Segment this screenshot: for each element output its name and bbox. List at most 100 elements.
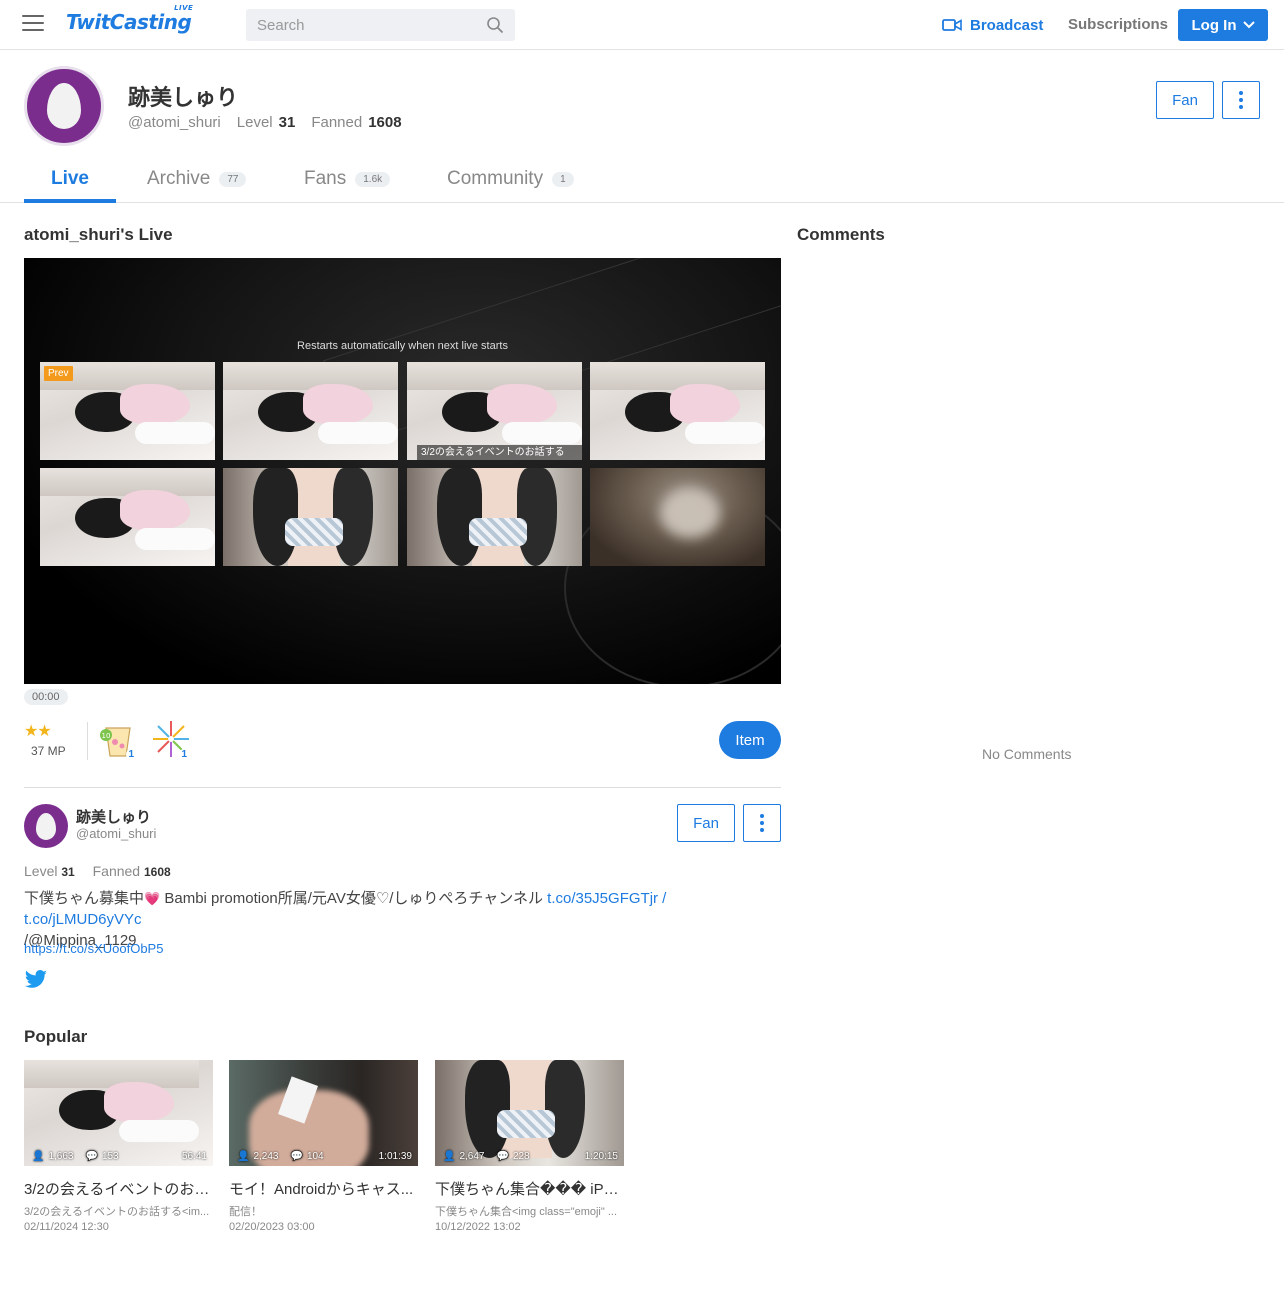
popular-stats: 👤 2,647 💬 228 1:20:15 — [443, 1151, 618, 1162]
popular-thumbnail[interactable]: 👤 1,663 💬 153 56:41 — [24, 1060, 213, 1166]
popular-thumbnail[interactable]: 👤 2,243 💬 104 1:01:39 — [229, 1060, 418, 1166]
popular-title[interactable]: 下僕ちゃん集合��� iPhoneか... — [435, 1178, 624, 1199]
popular-stats: 👤 1,663 💬 153 56:41 — [32, 1151, 207, 1162]
video-player[interactable]: Restarts automatically when next live st… — [24, 258, 781, 684]
profile-level-label: Level — [236, 114, 273, 131]
archive-thumbnail[interactable] — [407, 468, 582, 566]
profile-handle: @atomi_shuri — [128, 114, 221, 131]
viewer-count: 1,663 — [48, 1151, 74, 1162]
live-section-title: atomi_shuri's Live — [24, 225, 173, 244]
gift-fireworks[interactable]: 1 — [151, 718, 191, 760]
archive-thumbnail[interactable]: 3/2の会えるイベントのお話する — [407, 362, 582, 460]
bio-link-1[interactable]: t.co/35J5GFGTjr — [547, 890, 658, 907]
popular-date: 02/11/2024 12:30 — [24, 1221, 109, 1233]
bio-separator: / — [658, 890, 667, 907]
gift-count: 1 — [126, 749, 136, 760]
popular-title[interactable]: 3/2の会えるイベントのお話... — [24, 1178, 213, 1199]
user-fan-button[interactable]: Fan — [677, 804, 735, 842]
user-more-options-button[interactable] — [743, 804, 781, 842]
popular-date: 02/20/2023 03:00 — [229, 1221, 315, 1233]
gift-count: 1 — [179, 749, 189, 760]
tab-fans-count: 1.6k — [355, 171, 391, 187]
divider — [24, 787, 781, 788]
no-comments-message: No Comments — [982, 746, 1072, 762]
prev-badge: Prev — [44, 366, 73, 381]
login-button[interactable]: Log In — [1178, 9, 1268, 41]
popular-title[interactable]: モイ！Androidからキャス... — [229, 1178, 418, 1199]
twitter-icon[interactable] — [24, 970, 48, 990]
profile-avatar[interactable] — [24, 66, 104, 146]
user-handle: @atomi_shuri — [76, 826, 157, 841]
duration: 1:01:39 — [378, 1151, 412, 1162]
heart-icon: 💗 — [144, 891, 161, 906]
user-avatar[interactable] — [24, 804, 68, 848]
item-button[interactable]: Item — [719, 721, 781, 759]
tab-archive-count: 77 — [219, 171, 247, 187]
bio-text-2: Bambi promotion所属/元AV女優♡/しゅりぺろチャンネル — [160, 890, 548, 907]
search-icon[interactable] — [486, 16, 504, 34]
archive-thumbnail[interactable] — [223, 362, 398, 460]
profile-meta: @atomi_shuri Level 31 Fanned 1608 — [128, 114, 412, 131]
restarts-message: Restarts automatically when next live st… — [297, 340, 508, 352]
subscriptions-link[interactable]: Subscriptions — [1068, 16, 1168, 33]
archive-thumbnail[interactable] — [590, 468, 765, 566]
duration: 56:41 — [181, 1151, 207, 1162]
user-level: 31 — [61, 865, 75, 879]
comment-count: 104 — [306, 1151, 324, 1162]
popular-description: 下僕ちゃん集合<img class="emoji" ... — [435, 1206, 618, 1218]
gift-badge: 10 — [102, 732, 111, 740]
mp-value: 37 MP — [31, 744, 66, 758]
archive-thumbnail[interactable]: Prev — [40, 362, 215, 460]
popular-description: 3/2の会えるイベントのお話する<im... — [24, 1206, 210, 1218]
archive-thumbnail[interactable] — [40, 468, 215, 566]
user-fanned: 1608 — [143, 865, 171, 879]
more-options-button[interactable] — [1222, 81, 1260, 119]
fan-button[interactable]: Fan — [1156, 81, 1214, 119]
menu-icon[interactable] — [22, 15, 44, 35]
tab-fans-label: Fans — [304, 168, 347, 189]
user-name[interactable]: 跡美しゅり — [76, 806, 151, 827]
profile-name: 跡美しゅり — [128, 85, 239, 110]
broadcast-label: Broadcast — [970, 16, 1044, 34]
broadcast-link[interactable]: Broadcast — [942, 15, 1043, 35]
tab-archive[interactable]: Archive 77 — [147, 155, 247, 203]
comment-icon: 💬 — [496, 1151, 509, 1162]
tab-archive-label: Archive — [147, 168, 211, 189]
comment-icon: 💬 — [85, 1151, 98, 1162]
popular-item[interactable]: 👤 2,243 💬 104 1:01:39 モイ！Androidからキャス... 配… — [229, 1060, 418, 1233]
profile-fanned-label: Fanned — [311, 114, 363, 131]
comment-count: 153 — [101, 1151, 119, 1162]
search-box — [246, 9, 515, 41]
divider — [87, 722, 88, 760]
profile-fanned: 1608 — [368, 114, 402, 131]
tab-live[interactable]: Live — [24, 155, 116, 203]
popular-section-title: Popular — [24, 1027, 88, 1046]
viewer-count: 2,243 — [253, 1151, 279, 1162]
popular-description: 配信！ — [229, 1206, 262, 1218]
profile-link[interactable]: https://t.co/sXUoofObP5 — [24, 941, 163, 956]
comment-count: 228 — [512, 1151, 530, 1162]
logo-live-text: LIVE — [174, 4, 194, 12]
popular-thumbnail[interactable]: 👤 2,647 💬 228 1:20:15 — [435, 1060, 624, 1166]
logo[interactable]: TwitCasting LIVE — [66, 4, 193, 34]
tab-community[interactable]: Community 1 — [447, 155, 574, 203]
gift-tea-cup[interactable]: 10 1 — [98, 718, 138, 760]
archive-thumbnail[interactable] — [223, 468, 398, 566]
popular-item[interactable]: 👤 1,663 💬 153 56:41 3/2の会えるイベントのお話... 3/2の… — [24, 1060, 213, 1233]
user-fanned-label: Fanned — [92, 863, 141, 879]
profile-level: 31 — [278, 114, 296, 131]
viewer-icon: 👤 — [237, 1151, 250, 1162]
bio-link-2[interactable]: t.co/jLMUD6yVYc — [24, 911, 142, 928]
tab-fans[interactable]: Fans 1.6k — [304, 155, 391, 203]
comments-section-title: Comments — [797, 225, 885, 244]
search-input[interactable] — [246, 9, 476, 41]
viewer-icon: 👤 — [443, 1151, 456, 1162]
video-camera-icon — [942, 19, 962, 31]
popular-date: 10/12/2022 13:02 — [435, 1221, 521, 1233]
popular-item[interactable]: 👤2,647 💬228 1:20:15 下僕ちゃん集合��� iPhoneか..… — [435, 1060, 624, 1233]
archive-thumbnail[interactable] — [590, 362, 765, 460]
top-navigation-bar: TwitCasting LIVE Broadcast Subscriptions… — [0, 0, 1284, 50]
logo-text: TwitCasting — [66, 10, 192, 34]
viewer-icon: 👤 — [32, 1151, 45, 1162]
thumbnail-caption: 3/2の会えるイベントのお話する — [417, 445, 582, 460]
